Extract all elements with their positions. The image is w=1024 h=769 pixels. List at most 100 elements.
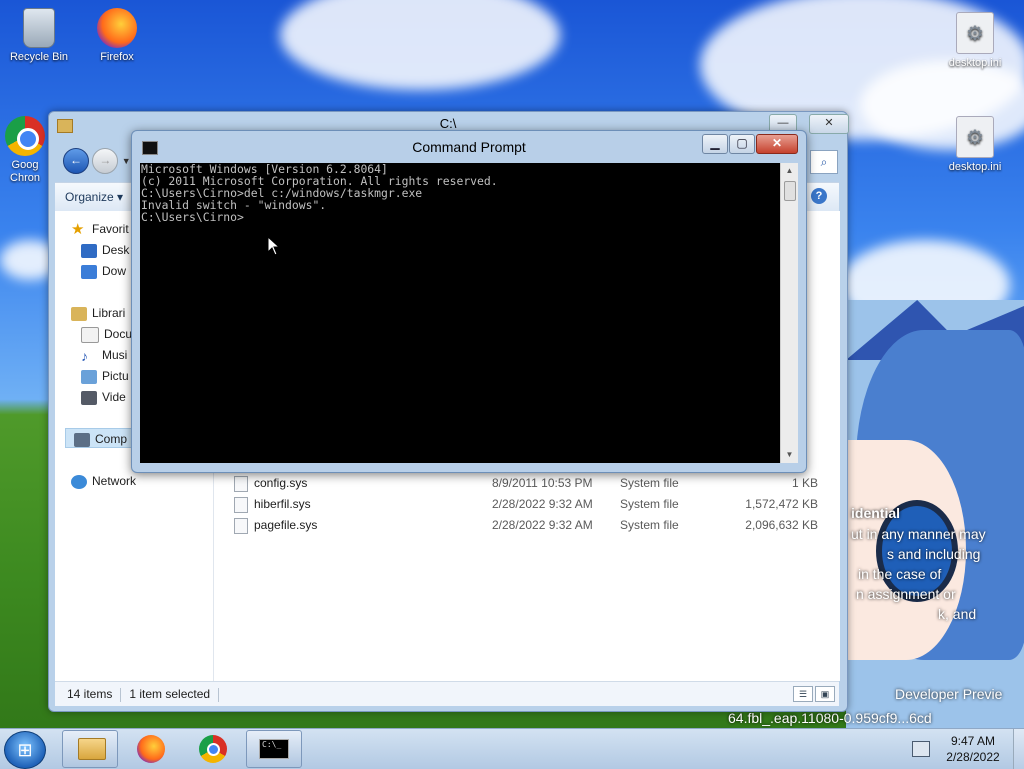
- file-row[interactable]: pagefile.sys 2/28/2022 9:32 AM System fi…: [234, 515, 834, 535]
- large-icons-view-icon[interactable]: ▣: [815, 686, 835, 702]
- nav-label: Musi: [102, 348, 128, 362]
- nav-label: Vide: [102, 390, 126, 404]
- taskbar-cmd-button[interactable]: C:\_: [246, 730, 302, 768]
- wallpaper-text: idential: [851, 505, 901, 521]
- nav-videos[interactable]: Vide: [81, 387, 126, 407]
- chrome-icon: [5, 116, 45, 156]
- nav-favorites[interactable]: ★ Favorit: [71, 219, 129, 239]
- nav-label: Docu: [104, 327, 133, 341]
- nav-label: Pictu: [102, 369, 129, 383]
- details-view-icon[interactable]: ☰: [793, 686, 813, 702]
- item-count: 14 items: [67, 687, 113, 701]
- wallpaper-text: s and including: [887, 546, 981, 562]
- file-name: config.sys: [254, 476, 308, 490]
- file-icon: [234, 496, 248, 513]
- scroll-thumb[interactable]: [784, 181, 796, 201]
- status-bar: 14 items 1 item selected ☰ ▣: [55, 681, 839, 706]
- folder-icon: [57, 119, 73, 133]
- recycle-bin-icon: [23, 8, 55, 48]
- back-button[interactable]: ←: [63, 148, 89, 174]
- desktop-icon-chrome[interactable]: Goog Chron: [0, 116, 50, 185]
- desktop-icon-desktop-ini[interactable]: desktop.ini: [940, 116, 1010, 173]
- desktop-icon-label: desktop.ini: [948, 161, 1002, 173]
- forward-button[interactable]: →: [92, 148, 119, 174]
- start-button[interactable]: ⊞: [4, 731, 46, 769]
- desktop-icon-label: desktop.ini: [948, 57, 1002, 69]
- close-button[interactable]: ✕: [809, 114, 849, 134]
- desktop-icon-label: Goog Chron: [10, 159, 40, 184]
- close-button[interactable]: ✕: [756, 134, 798, 154]
- file-row[interactable]: hiberfil.sys 2/28/2022 9:32 AM System fi…: [234, 494, 834, 514]
- desktop-icon-desktop-ini[interactable]: desktop.ini: [940, 12, 1010, 69]
- maximize-button[interactable]: ▢: [729, 134, 755, 154]
- taskbar-firefox-button[interactable]: [124, 730, 178, 766]
- scroll-down-icon[interactable]: ▼: [781, 447, 798, 463]
- scroll-up-icon[interactable]: ▲: [781, 163, 798, 179]
- wallpaper-text: ut in any manner may: [851, 526, 986, 542]
- file-row[interactable]: config.sys 8/9/2011 10:53 PM System file…: [234, 473, 834, 493]
- music-icon: ♪: [81, 347, 88, 364]
- downloads-icon: [81, 264, 97, 279]
- file-size: 2,096,632 KB: [745, 518, 818, 532]
- vertical-scrollbar[interactable]: ▲ ▼: [780, 163, 798, 463]
- file-type: System file: [620, 497, 679, 511]
- documents-icon: [81, 326, 99, 343]
- taskbar: ⊞ C:\_ 9:47 AM 2/28/2022: [0, 728, 1024, 769]
- file-date: 2/28/2022 9:32 AM: [492, 497, 593, 511]
- nav-label: Dow: [102, 264, 127, 278]
- firefox-icon: [137, 735, 165, 763]
- wallpaper-text: n assignment or: [856, 586, 956, 602]
- console-prompt: C:\Users\Cirno>: [141, 210, 244, 224]
- organize-button[interactable]: Organize ▾: [65, 187, 123, 207]
- wallpaper-text: Developer Previe: [895, 686, 1003, 702]
- navigation-buttons: ← → ▼: [63, 148, 131, 174]
- nav-label: Favorit: [92, 222, 129, 236]
- wallpaper-text: in the case of: [858, 566, 942, 582]
- computer-icon: [74, 432, 90, 447]
- nav-label: Comp: [95, 432, 128, 446]
- minimize-button[interactable]: ▁: [702, 134, 728, 154]
- console-icon: C:\_: [259, 739, 289, 759]
- settings-file-icon: [956, 12, 994, 54]
- nav-network[interactable]: Network: [71, 471, 136, 491]
- clock-date: 2/28/2022: [946, 750, 1000, 764]
- desktop-icon-recycle-bin[interactable]: Recycle Bin: [4, 8, 74, 63]
- nav-documents[interactable]: Docu: [81, 324, 132, 344]
- search-icon[interactable]: ⌕: [810, 150, 838, 174]
- chrome-icon: [199, 735, 227, 763]
- file-size: 1 KB: [791, 476, 818, 490]
- network-icon: [71, 474, 87, 489]
- nav-label: Network: [92, 474, 137, 488]
- file-date: 2/28/2022 9:32 AM: [492, 518, 593, 532]
- wallpaper-cloud: [280, 0, 560, 90]
- console-output[interactable]: Microsoft Windows [Version 6.2.8064] (c)…: [140, 163, 780, 463]
- desktop-icon-firefox[interactable]: Firefox: [82, 8, 152, 63]
- clock-time: 9:47 AM: [950, 734, 996, 748]
- nav-music[interactable]: ♪ Musi: [81, 345, 127, 365]
- nav-libraries[interactable]: Librari: [71, 303, 125, 323]
- nav-downloads[interactable]: Dow: [81, 261, 126, 281]
- nav-label: Librari: [92, 306, 126, 320]
- nav-desktop[interactable]: Desk: [81, 240, 129, 260]
- clock[interactable]: 9:47 AM 2/28/2022: [938, 733, 1008, 765]
- taskbar-explorer-button[interactable]: [62, 730, 118, 768]
- file-icon: [234, 475, 248, 492]
- help-icon[interactable]: ?: [811, 188, 827, 204]
- nav-pictures[interactable]: Pictu: [81, 366, 129, 386]
- show-desktop-button[interactable]: [1013, 729, 1024, 769]
- desktop-icon-label: Recycle Bin: [9, 51, 69, 63]
- recent-pages-chevron-icon[interactable]: ▼: [122, 156, 131, 166]
- file-name: pagefile.sys: [254, 518, 318, 532]
- wallpaper-text: 64.fbl_.eap.11080-0.959cf9...6cd: [728, 710, 932, 726]
- folder-icon: [78, 738, 106, 760]
- videos-icon: [81, 390, 97, 405]
- star-icon: ★: [71, 220, 85, 238]
- wallpaper-text: k, and: [938, 606, 977, 622]
- network-tray-icon[interactable]: [912, 741, 930, 757]
- firefox-icon: [97, 8, 137, 48]
- desktop-icon: [81, 243, 97, 258]
- selection-status: 1 item selected: [129, 687, 211, 701]
- command-prompt-window[interactable]: Command Prompt ▁ ▢ ✕ Microsoft Windows […: [131, 130, 807, 473]
- taskbar-chrome-button[interactable]: [186, 730, 240, 766]
- pictures-icon: [81, 369, 97, 384]
